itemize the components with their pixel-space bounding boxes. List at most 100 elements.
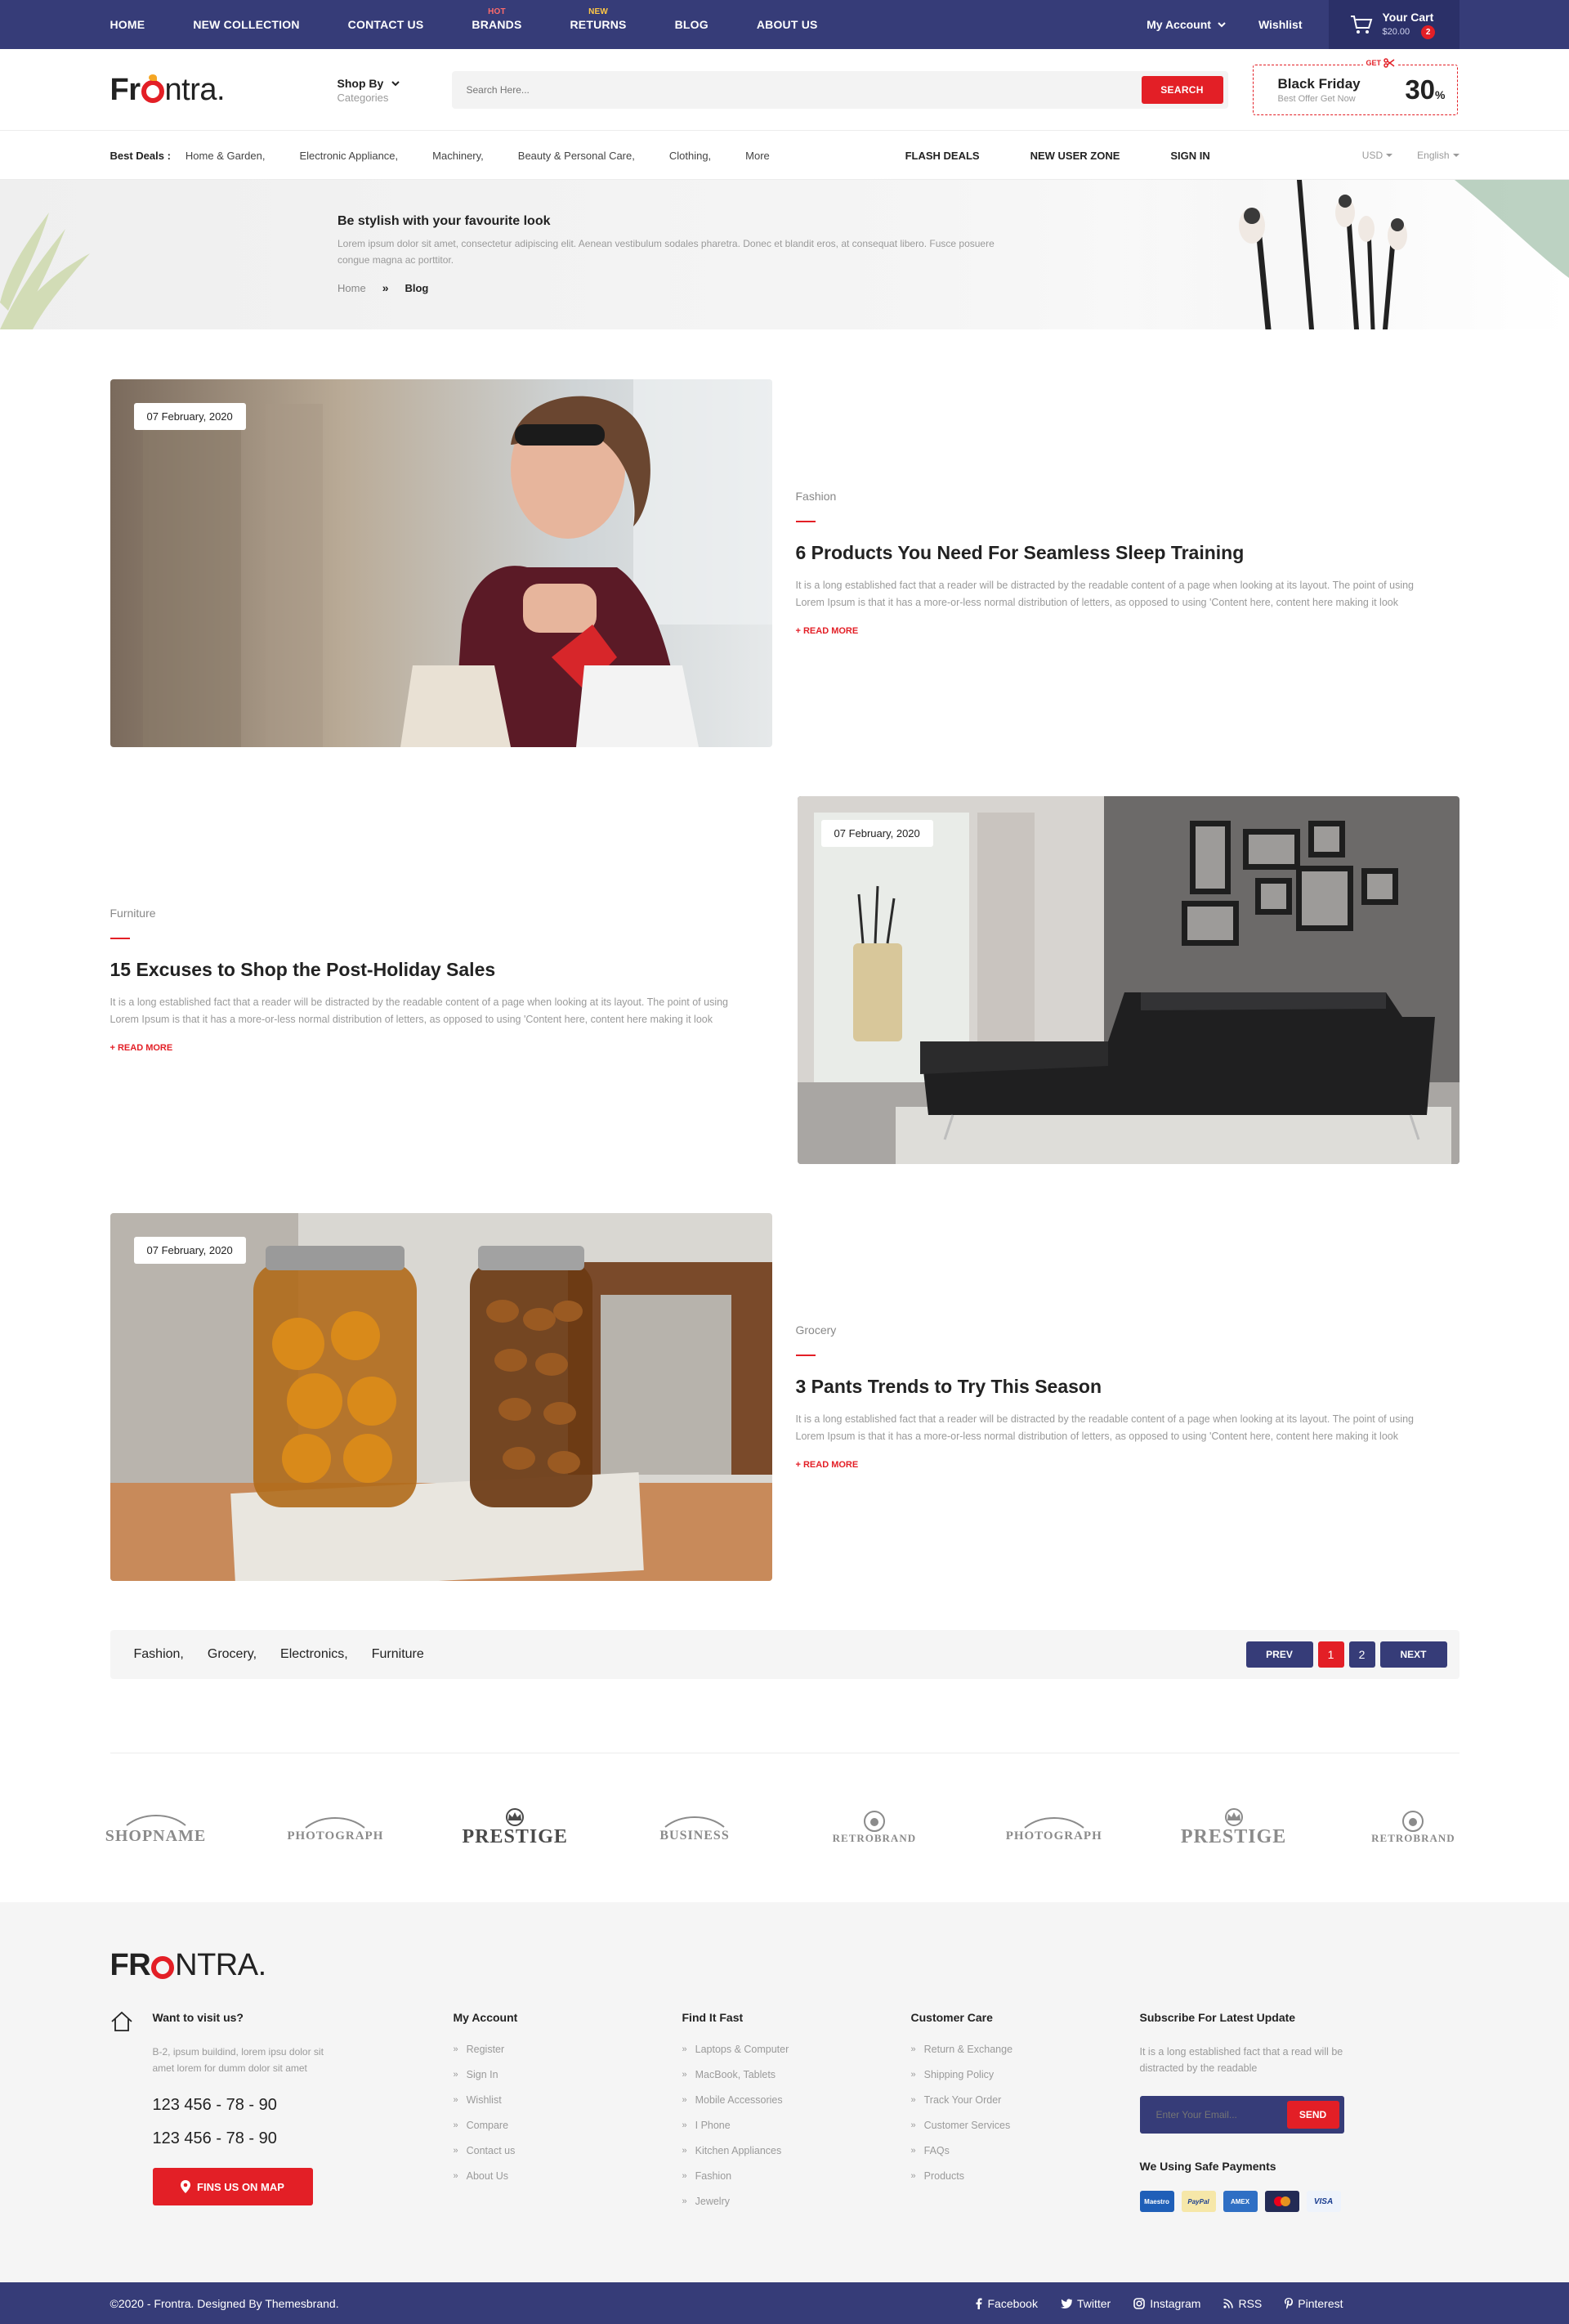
footer-links: » Register » Sign In » Wishlist » Compare » C… bbox=[454, 2044, 682, 2182]
shop-by-categories[interactable]: Shop By Categories bbox=[337, 77, 452, 104]
nav-about-us[interactable]: ABOUT US bbox=[757, 18, 818, 31]
post-title[interactable]: 15 Excuses to Shop the Post-Holiday Sale… bbox=[110, 959, 749, 981]
footer-link-products[interactable]: » Products bbox=[911, 2170, 1140, 2182]
tag-electronics[interactable]: Electronics, bbox=[280, 1647, 348, 1662]
site-logo[interactable]: Fr ntra. bbox=[110, 73, 337, 108]
footer-link-kitchen[interactable]: » Kitchen Appliances bbox=[682, 2145, 911, 2156]
post-category[interactable]: Grocery bbox=[796, 1323, 1434, 1337]
phone-number[interactable]: 123 456 - 78 - 90 bbox=[153, 2096, 324, 2115]
post-title[interactable]: 6 Products You Need For Seamless Sleep T… bbox=[796, 542, 1434, 564]
newsletter-form: SEND bbox=[1139, 2096, 1344, 2134]
brand-logo[interactable]: PHOTOGRAPH bbox=[287, 1795, 382, 1861]
footer-link-compare[interactable]: » Compare bbox=[454, 2120, 682, 2131]
post-image[interactable]: 07 February, 2020 bbox=[797, 796, 1459, 1164]
brand-logo[interactable]: SHOPNAME bbox=[105, 1795, 205, 1861]
brand-logo[interactable]: RETROBRAND bbox=[829, 1795, 920, 1861]
find-us-on-map-button[interactable]: FINS US ON MAP bbox=[152, 2168, 313, 2205]
footer-link-sign-in[interactable]: » Sign In bbox=[454, 2069, 682, 2080]
currency-value: USD bbox=[1361, 150, 1383, 161]
read-more-link[interactable]: + READ MORE bbox=[796, 1460, 859, 1470]
nav-blog[interactable]: BLOG bbox=[675, 18, 709, 31]
footer-link-contact-us[interactable]: » Contact us bbox=[454, 2145, 682, 2156]
tag-fashion[interactable]: Fashion, bbox=[134, 1647, 184, 1662]
footer-link-return[interactable]: » Return & Exchange bbox=[911, 2044, 1140, 2055]
search-input[interactable] bbox=[466, 84, 1142, 96]
prev-page-button[interactable]: PREV bbox=[1245, 1641, 1313, 1668]
brand-logo[interactable]: PHOTOGRAPH bbox=[1006, 1795, 1102, 1861]
flash-deals-link[interactable]: FLASH DEALS bbox=[905, 150, 980, 162]
deal-home-garden[interactable]: Home & Garden, bbox=[186, 150, 266, 162]
search-button[interactable]: SEARCH bbox=[1141, 76, 1223, 104]
link-label: I Phone bbox=[695, 2120, 731, 2131]
footer-link-register[interactable]: » Register bbox=[454, 2044, 682, 2055]
new-badge: NEW bbox=[588, 7, 608, 16]
nav-contact-us[interactable]: CONTACT US bbox=[348, 18, 424, 31]
footer-link-customer-services[interactable]: » Customer Services bbox=[911, 2120, 1140, 2131]
rss-link[interactable]: RSS bbox=[1223, 2297, 1262, 2310]
brand-logo[interactable]: BUSINESS bbox=[649, 1795, 740, 1861]
wishlist-link[interactable]: Wishlist bbox=[1258, 18, 1303, 31]
tags-pagination-bar: Fashion, Grocery, Electronics, Furniture… bbox=[110, 1630, 1459, 1679]
footer-link-iphone[interactable]: » I Phone bbox=[682, 2120, 911, 2131]
post-image[interactable]: 07 February, 2020 bbox=[110, 1213, 772, 1581]
next-page-button[interactable]: NEXT bbox=[1379, 1641, 1447, 1668]
pinterest-link[interactable]: Pinterest bbox=[1285, 2297, 1343, 2310]
rss-icon bbox=[1223, 2298, 1234, 2308]
my-account-dropdown[interactable]: My Account bbox=[1147, 18, 1226, 31]
nav-brands[interactable]: HOT BRANDS bbox=[472, 7, 521, 31]
footer-logo[interactable]: FR NTRA. bbox=[110, 1948, 1459, 1983]
instagram-link[interactable]: Instagram bbox=[1133, 2297, 1200, 2310]
black-friday-promo[interactable]: GET Black Friday Best Offer Get Now 30% bbox=[1252, 58, 1458, 115]
link-label: Register bbox=[466, 2044, 505, 2055]
nav-home[interactable]: HOME bbox=[110, 18, 145, 31]
deal-beauty[interactable]: Beauty & Personal Care, bbox=[518, 150, 635, 162]
phone-number[interactable]: 123 456 - 78 - 90 bbox=[153, 2129, 324, 2148]
page-1-button[interactable]: 1 bbox=[1317, 1641, 1344, 1668]
post-title[interactable]: 3 Pants Trends to Try This Season bbox=[796, 1376, 1434, 1398]
facebook-link[interactable]: Facebook bbox=[976, 2297, 1038, 2310]
deal-clothing[interactable]: Clothing, bbox=[669, 150, 711, 162]
currency-select[interactable]: USD bbox=[1361, 150, 1393, 161]
footer-link-track-order[interactable]: » Track Your Order bbox=[911, 2094, 1140, 2106]
post-image[interactable]: 07 February, 2020 bbox=[110, 379, 772, 747]
page-2-button[interactable]: 2 bbox=[1348, 1641, 1375, 1668]
new-user-zone-link[interactable]: NEW USER ZONE bbox=[1030, 150, 1120, 162]
footer-link-fashion[interactable]: » Fashion bbox=[682, 2170, 911, 2182]
footer-link-about-us[interactable]: » About Us bbox=[454, 2170, 682, 2182]
nav-new-collection[interactable]: NEW COLLECTION bbox=[193, 18, 299, 31]
read-more-link[interactable]: + READ MORE bbox=[110, 1043, 173, 1053]
deal-electronic-appliance[interactable]: Electronic Appliance, bbox=[299, 150, 398, 162]
brand-logo[interactable]: RETROBRAND bbox=[1367, 1795, 1459, 1861]
footer-link-faqs[interactable]: » FAQs bbox=[911, 2145, 1140, 2156]
red-divider bbox=[110, 937, 130, 939]
newsletter-email-input[interactable] bbox=[1156, 2109, 1287, 2120]
post-category[interactable]: Fashion bbox=[796, 490, 1434, 503]
brand-logo[interactable]: PRESTIGE bbox=[463, 1795, 567, 1861]
footer-link-jewelry[interactable]: » Jewelry bbox=[682, 2196, 911, 2207]
footer-link-laptops[interactable]: » Laptops & Computer bbox=[682, 2044, 911, 2055]
cart-amount: $20.00 bbox=[1382, 27, 1410, 37]
footer-link-mobile-accessories[interactable]: » Mobile Accessories bbox=[682, 2094, 911, 2106]
footer-link-macbook[interactable]: » MacBook, Tablets bbox=[682, 2069, 911, 2080]
brand-logo[interactable]: PRESTIGE bbox=[1181, 1795, 1285, 1861]
footer-link-shipping[interactable]: » Shipping Policy bbox=[911, 2069, 1140, 2080]
tag-furniture[interactable]: Furniture bbox=[372, 1647, 424, 1662]
language-select[interactable]: English bbox=[1417, 150, 1459, 161]
red-divider bbox=[795, 520, 816, 522]
footer-link-wishlist[interactable]: » Wishlist bbox=[454, 2094, 682, 2106]
newsletter-send-button[interactable]: SEND bbox=[1286, 2101, 1339, 2129]
sign-in-link[interactable]: SIGN IN bbox=[1170, 150, 1209, 162]
deal-more[interactable]: More bbox=[745, 150, 770, 162]
cart-button[interactable]: Your Cart $20.00 2 bbox=[1328, 0, 1459, 49]
post-category[interactable]: Furniture bbox=[110, 907, 749, 920]
tag-grocery[interactable]: Grocery, bbox=[208, 1647, 257, 1662]
breadcrumb-home[interactable]: Home bbox=[337, 282, 366, 294]
double-chevron-icon: » bbox=[453, 2171, 458, 2181]
twitter-link[interactable]: Twitter bbox=[1060, 2297, 1111, 2310]
deal-machinery[interactable]: Machinery, bbox=[432, 150, 484, 162]
brand-name: SHOPNAME bbox=[105, 1826, 207, 1845]
read-more-link[interactable]: + READ MORE bbox=[796, 626, 859, 636]
nav-returns[interactable]: NEW RETURNS bbox=[570, 7, 627, 31]
promo-sub: Best Offer Get Now bbox=[1277, 94, 1356, 104]
double-chevron-icon: » bbox=[682, 2070, 687, 2080]
